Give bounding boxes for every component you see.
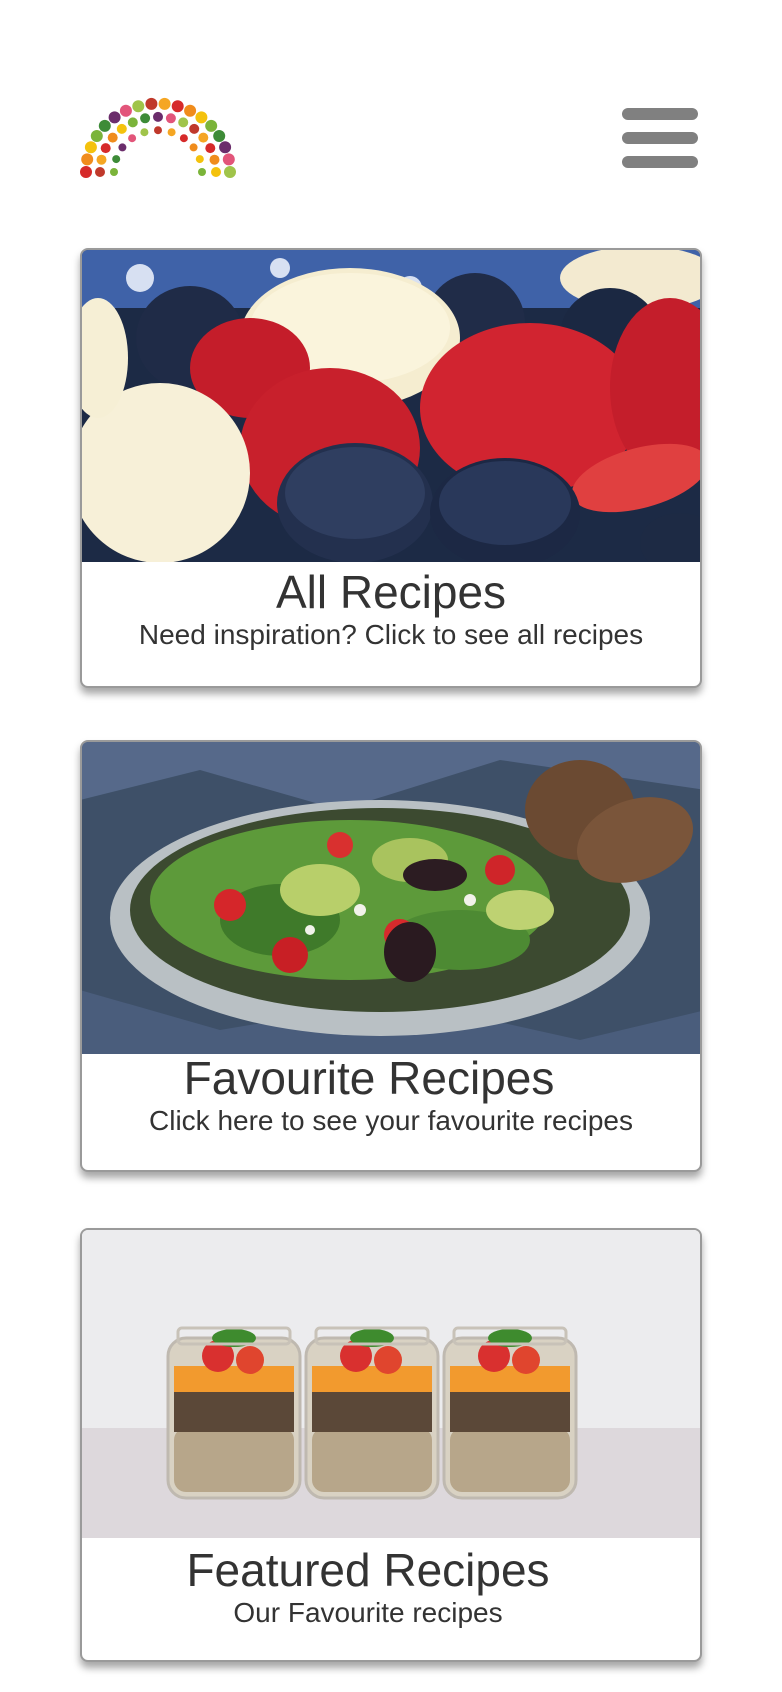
mason-jar xyxy=(442,1326,578,1500)
logo-dot xyxy=(184,104,197,117)
logo-dot xyxy=(110,168,118,176)
logo-dot xyxy=(195,111,208,124)
logo-dot xyxy=(119,104,132,117)
logo-dot xyxy=(205,119,218,132)
logo-dot xyxy=(189,143,198,152)
hamburger-menu-icon[interactable] xyxy=(622,104,698,168)
card-title: All Recipes xyxy=(275,566,507,618)
mason-jar xyxy=(166,1326,302,1500)
logo-dot xyxy=(80,166,92,178)
rainbow-logo-graphic xyxy=(80,97,236,178)
logo-dot xyxy=(127,117,138,128)
logo-dot xyxy=(81,153,94,166)
logo-dot xyxy=(132,100,145,113)
app-header xyxy=(0,0,782,220)
logo-dot xyxy=(154,126,162,135)
featured-recipes-card[interactable]: Featured Recipes Our Favourite recipes xyxy=(80,1228,702,1662)
logo-dot xyxy=(222,153,235,166)
logo-dot xyxy=(189,123,200,134)
all-recipes-card[interactable]: All Recipes Need inspiration? Click to s… xyxy=(80,248,702,688)
logo-dot xyxy=(98,119,111,132)
logo-dot xyxy=(224,166,236,178)
logo-dot xyxy=(107,132,118,143)
card-title: Favourite Recipes xyxy=(183,1052,555,1104)
logo-dot xyxy=(205,143,216,154)
rainbow-logo[interactable] xyxy=(80,80,240,180)
logo-dot xyxy=(96,154,107,165)
logo-dot xyxy=(209,154,220,165)
card-subtitle: Need inspiration? Click to see all recip… xyxy=(138,619,644,650)
logo-dot xyxy=(84,141,97,154)
salad-bowl-photo xyxy=(82,742,700,1054)
mason-jar xyxy=(304,1326,440,1500)
card-title: Featured Recipes xyxy=(186,1544,550,1596)
logo-dot xyxy=(167,128,176,137)
logo-dot xyxy=(198,132,209,143)
fruit-bowl-photo xyxy=(82,250,700,562)
logo-dot xyxy=(158,97,171,110)
card-subtitle: Click here to see your favourite recipes xyxy=(149,1105,633,1136)
logo-dot xyxy=(195,155,204,164)
logo-dot xyxy=(100,143,111,154)
menu-bar xyxy=(622,108,698,120)
logo-dot xyxy=(179,134,188,143)
card-subtitle: Our Favourite recipes xyxy=(233,1597,503,1628)
logo-dot xyxy=(90,130,103,142)
mason-jar-meals-photo xyxy=(82,1230,700,1538)
favourite-recipes-card[interactable]: Favourite Recipes Click here to see your… xyxy=(80,740,702,1172)
menu-bar xyxy=(622,156,698,168)
logo-dot xyxy=(118,143,127,152)
logo-dot xyxy=(145,97,158,110)
logo-dot xyxy=(178,117,189,128)
logo-dot xyxy=(112,155,121,164)
logo-dot xyxy=(140,128,149,137)
logo-dot xyxy=(211,167,221,177)
logo-dot xyxy=(95,167,105,177)
logo-dot xyxy=(219,141,232,154)
logo-dot xyxy=(140,113,151,124)
logo-dot xyxy=(108,111,121,124)
logo-dot xyxy=(165,113,176,124)
logo-dot xyxy=(198,168,206,176)
logo-dot xyxy=(128,134,137,143)
logo-dot xyxy=(213,130,226,142)
logo-dot xyxy=(116,123,127,134)
logo-dot xyxy=(153,111,163,122)
logo-dot xyxy=(171,100,184,113)
menu-bar xyxy=(622,132,698,144)
